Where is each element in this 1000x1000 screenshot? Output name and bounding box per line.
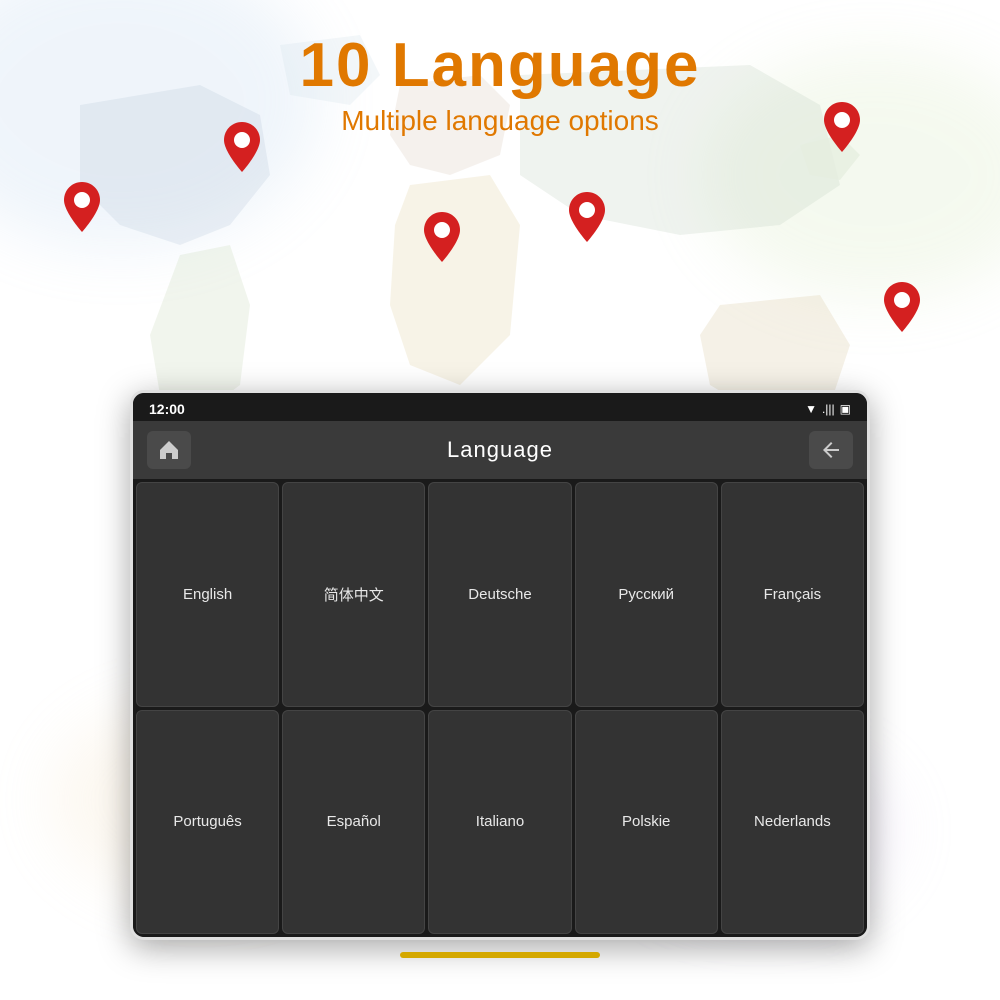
map-pin-4: [565, 190, 609, 246]
yellow-strip: [400, 952, 600, 958]
map-pin-3: [420, 210, 464, 266]
back-button[interactable]: [809, 431, 853, 469]
lang-button-english[interactable]: English: [136, 482, 279, 707]
lang-button-french[interactable]: Français: [721, 482, 864, 707]
back-icon: [819, 438, 843, 462]
status-icons: ▼ .||| ▣: [805, 402, 851, 416]
status-time: 12:00: [149, 401, 185, 417]
home-icon: [157, 438, 181, 462]
lang-button-italian[interactable]: Italiano: [428, 710, 571, 935]
nav-bar: Language: [133, 421, 867, 479]
lang-button-portuguese[interactable]: Português: [136, 710, 279, 935]
battery-icon: ▣: [840, 402, 851, 416]
lang-button-russian[interactable]: Русский: [575, 482, 718, 707]
lang-button-spanish[interactable]: Español: [282, 710, 425, 935]
main-title: 10 Language: [0, 30, 1000, 101]
lang-button-deutsche[interactable]: Deutsche: [428, 482, 571, 707]
nav-title: Language: [201, 437, 799, 463]
map-pin-1: [60, 180, 104, 236]
home-button[interactable]: [147, 431, 191, 469]
signal-icon: .|||: [822, 402, 835, 416]
lang-button-polish[interactable]: Polskie: [575, 710, 718, 935]
language-grid: English简体中文DeutscheРусскийFrançais Portug…: [133, 479, 867, 937]
status-bar: 12:00 ▼ .||| ▣: [133, 393, 867, 421]
map-pin-2: [220, 120, 264, 176]
map-pin-6: [880, 280, 924, 336]
lang-button-dutch[interactable]: Nederlands: [721, 710, 864, 935]
device-frame: 12:00 ▼ .||| ▣ Language English简体中文Deuts…: [130, 390, 870, 940]
wifi-icon: ▼: [805, 402, 817, 416]
lang-button-chinese[interactable]: 简体中文: [282, 482, 425, 707]
map-pin-5: [820, 100, 864, 156]
